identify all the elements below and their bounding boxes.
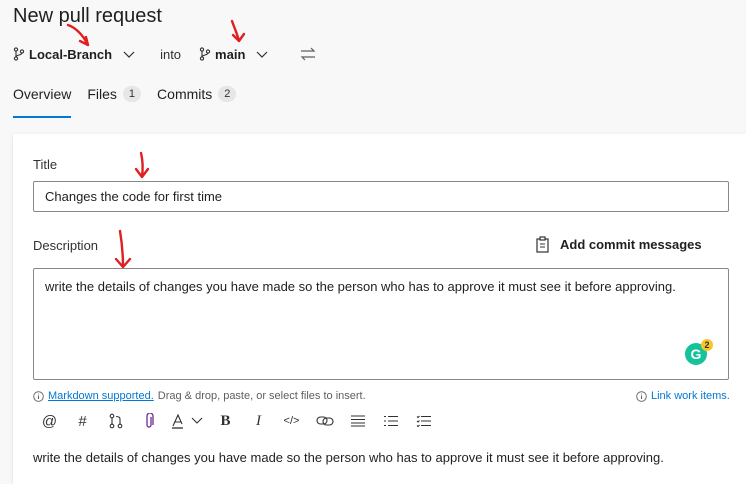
chevron-down-icon [256,51,268,58]
link-work-items[interactable]: Link work items. [636,390,730,402]
title-label: Title [33,157,58,172]
italic-icon[interactable]: I [242,410,275,432]
code-icon[interactable]: </> [275,410,308,432]
formatting-toolbar: @ # B I </> [33,410,440,432]
description-preview: write the details of changes you have ma… [33,450,664,465]
tab-label: Overview [13,86,72,102]
description-label: Description [33,238,99,253]
helper-text: Drag & drop, paste, or select files to i… [157,390,366,402]
info-icon [636,390,647,402]
tab-label: Files [87,86,117,102]
bold-icon[interactable]: B [209,410,242,432]
tab-label: Commits [157,86,213,102]
into-label: into [160,46,182,62]
title-field[interactable] [33,181,729,212]
checklist-icon[interactable] [407,410,440,432]
add-commit-messages-button[interactable]: Add commit messages [535,236,702,253]
tab-bar: Overview Files 1 Commits 2 [13,86,252,118]
markdown-supported-link[interactable]: Markdown supported. [48,390,154,402]
hashtag-icon[interactable]: # [66,410,99,432]
annotation-arrow-icon [230,19,246,43]
grammarly-count-badge: 2 [701,339,713,351]
bulleted-list-icon[interactable] [341,410,374,432]
branch-icon [13,47,25,61]
description-text: write the details of changes you have ma… [45,279,676,294]
attachment-icon[interactable] [132,410,165,432]
info-icon [33,390,44,402]
numbered-list-icon[interactable] [374,410,407,432]
pull-request-icon[interactable] [99,410,132,432]
link-icon[interactable] [308,410,341,432]
markdown-helper: Markdown supported. Drag & drop, paste, … [33,390,366,402]
tab-overview[interactable]: Overview [13,86,72,118]
annotation-arrow-icon [134,151,150,179]
highlight-icon[interactable] [165,410,209,432]
target-branch-dropdown[interactable]: main [199,47,269,62]
mention-icon[interactable]: @ [33,410,66,432]
files-count-badge: 1 [122,86,142,102]
annotation-arrow-icon [114,229,132,269]
commits-count-badge: 2 [218,86,237,102]
branch-selector-row: Local-Branch into main [13,43,333,65]
target-branch-name: main [215,46,246,62]
chevron-down-icon [123,51,135,58]
link-work-items-label: Link work items. [651,390,730,402]
swap-branches-icon[interactable] [299,47,317,61]
annotation-arrow-icon [66,23,90,47]
clipboard-icon [536,236,549,253]
branch-icon [199,47,211,61]
description-field[interactable]: write the details of changes you have ma… [33,268,729,380]
tab-commits[interactable]: Commits 2 [157,86,237,118]
add-commit-messages-label: Add commit messages [560,237,702,252]
tab-files[interactable]: Files 1 [87,86,142,118]
